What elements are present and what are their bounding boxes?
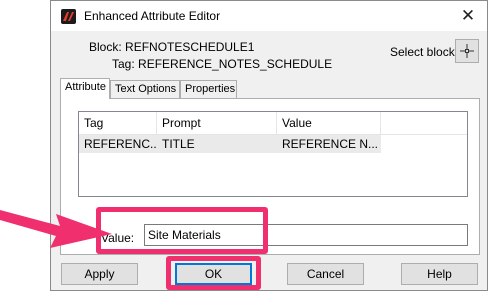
column-header-prompt[interactable]: Prompt — [157, 112, 277, 134]
tag-label: Tag: — [112, 57, 135, 71]
ok-button[interactable]: OK — [175, 263, 252, 285]
tab-attribute[interactable]: Attribute — [60, 78, 110, 99]
value-input[interactable] — [144, 224, 468, 246]
column-header-tag[interactable]: Tag — [79, 112, 157, 134]
list-header: Tag Prompt Value — [79, 112, 467, 135]
value-label: Value: — [101, 231, 135, 245]
block-label: Block: — [89, 40, 122, 54]
attribute-editor-window: Enhanced Attribute Editor ✕ Block: REFNO… — [50, 0, 488, 291]
tab-properties[interactable]: Properties — [180, 80, 237, 98]
attribute-tab-panel: Tag Prompt Value REFERENC... TITLE REFER… — [60, 98, 480, 255]
block-info: Block: REFNOTESCHEDULE1 — [89, 40, 254, 54]
autocad-icon — [61, 9, 76, 24]
help-button[interactable]: Help — [401, 263, 478, 285]
block-name: REFNOTESCHEDULE1 — [125, 40, 255, 54]
close-icon[interactable]: ✕ — [457, 5, 479, 27]
table-row[interactable]: REFERENC... TITLE REFERENCE N... — [79, 135, 381, 153]
attribute-list[interactable]: Tag Prompt Value REFERENC... TITLE REFER… — [78, 111, 468, 197]
tab-text-options[interactable]: Text Options — [110, 80, 180, 98]
tag-name: REFERENCE_NOTES_SCHEDULE — [138, 57, 333, 71]
row-tag-cell: REFERENC... — [84, 137, 157, 151]
apply-button[interactable]: Apply — [61, 263, 138, 285]
column-header-value[interactable]: Value — [277, 112, 381, 134]
row-value-cell: REFERENCE N... — [282, 137, 379, 151]
window-title: Enhanced Attribute Editor — [84, 9, 221, 23]
crosshair-icon — [460, 44, 474, 58]
select-block-button[interactable] — [455, 39, 479, 63]
title-bar: Enhanced Attribute Editor ✕ — [51, 1, 487, 31]
row-prompt-cell: TITLE — [162, 137, 195, 151]
tag-info: Tag: REFERENCE_NOTES_SCHEDULE — [112, 57, 332, 71]
select-block-label: Select block — [390, 45, 455, 59]
cancel-button[interactable]: Cancel — [287, 263, 364, 285]
